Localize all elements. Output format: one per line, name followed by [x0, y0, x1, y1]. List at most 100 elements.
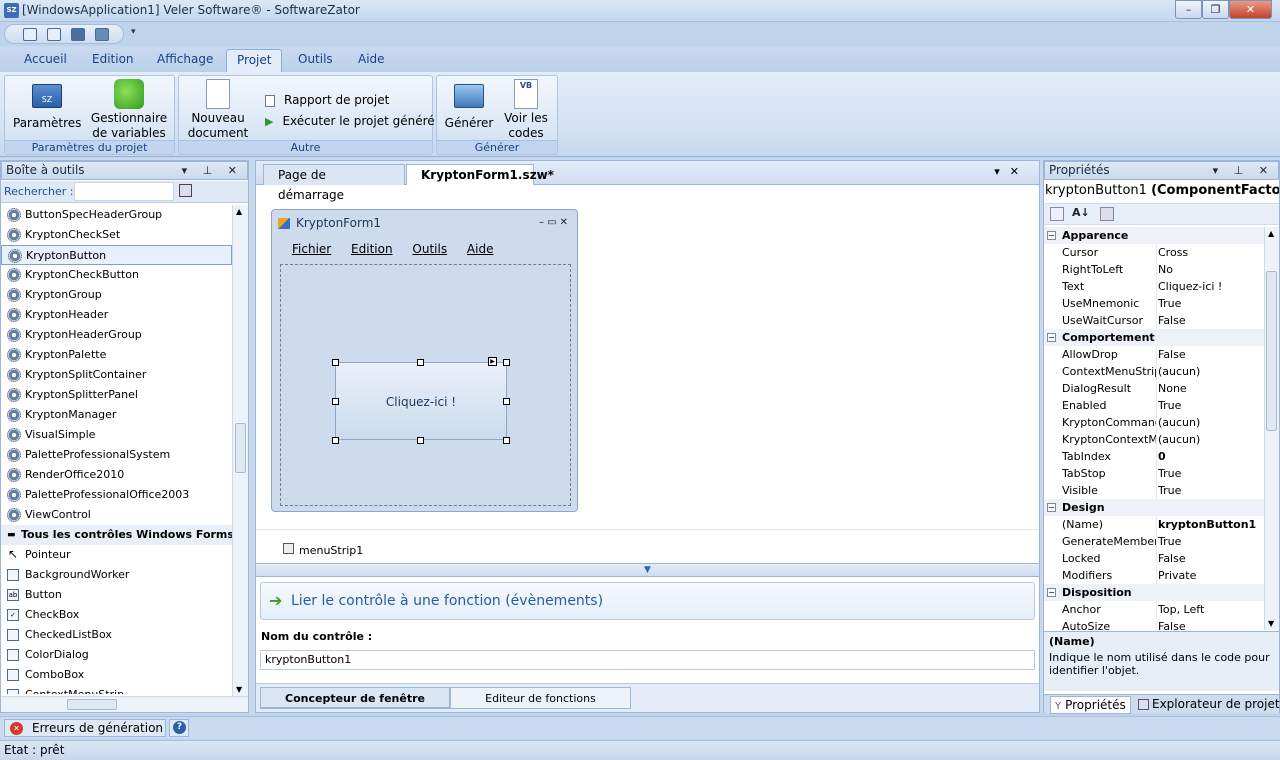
panel-buttons[interactable]: ▾ ⊥ ✕	[182, 162, 243, 179]
property-value[interactable]: Cross	[1156, 244, 1264, 261]
resize-handle[interactable]	[332, 398, 339, 405]
tab-edition[interactable]: Edition	[82, 49, 144, 72]
object-selector[interactable]: kryptonButton1 (ComponentFacto	[1044, 181, 1279, 201]
maximize-button[interactable]: ❐	[1202, 0, 1229, 19]
property-row[interactable]: GenerateMember True	[1044, 533, 1264, 550]
toolbox-item[interactable]: KryptonSplitterPanel	[1, 385, 232, 405]
property-value[interactable]: Private	[1156, 567, 1264, 584]
property-row[interactable]: Locked False	[1044, 550, 1264, 567]
resize-handle[interactable]	[503, 359, 510, 366]
property-row[interactable]: Enabled True	[1044, 397, 1264, 414]
property-value[interactable]: False	[1156, 312, 1264, 329]
property-value[interactable]: True	[1156, 397, 1264, 414]
property-category[interactable]: − Disposition	[1044, 584, 1264, 601]
toolbox-item[interactable]: PaletteProfessionalSystem	[1, 445, 232, 465]
search-icon[interactable]	[179, 184, 192, 197]
property-row[interactable]: (Name) kryptonButton1	[1044, 516, 1264, 533]
executer-projet-button[interactable]: ▶ Exécuter le projet généré	[265, 114, 435, 128]
tab-kryptonform1[interactable]: KryptonForm1.szw*	[406, 164, 554, 185]
toolbox-item[interactable]: KryptonHeader	[1, 305, 232, 325]
lier-fonction-button[interactable]: ➔ Lier le contrôle à une fonction (évène…	[260, 582, 1035, 620]
tab-explorateur-projet[interactable]: Explorateur de projet	[1134, 696, 1280, 714]
property-category[interactable]: − Design	[1044, 499, 1264, 516]
tab-concepteur-fenetre[interactable]: Concepteur de fenêtre	[260, 687, 450, 709]
property-value[interactable]: (aucun)	[1156, 431, 1264, 448]
toolbox-item[interactable]: ContextMenuStrip	[1, 685, 232, 694]
form-menu-outils[interactable]: Outils	[412, 242, 447, 256]
designer-form[interactable]: KryptonForm1 –▭✕ Fichier Edition Outils …	[271, 209, 578, 512]
form-menu-edition[interactable]: Edition	[351, 242, 393, 256]
toolbox-item[interactable]: BackgroundWorker	[1, 565, 232, 585]
tab-projet[interactable]: Projet	[226, 49, 283, 72]
property-value[interactable]: (aucun)	[1156, 414, 1264, 431]
resize-handle[interactable]	[417, 437, 424, 444]
toolbox-item[interactable]: KryptonGroup	[1, 285, 232, 305]
property-value[interactable]: 0	[1156, 448, 1264, 465]
property-value[interactable]: Cliquez-ici !	[1156, 278, 1264, 295]
toolbox-scrollbar[interactable]: ▲ ▼	[232, 205, 248, 696]
property-row[interactable]: TabIndex 0	[1044, 448, 1264, 465]
parametres-button[interactable]: SZ Paramètres	[13, 79, 81, 131]
minimize-button[interactable]: –	[1175, 0, 1202, 19]
rapport-projet-button[interactable]: Rapport de projet	[265, 93, 389, 107]
resize-handle[interactable]	[332, 437, 339, 444]
resize-handle[interactable]	[332, 359, 339, 366]
close-button[interactable]: ✕	[1229, 0, 1272, 19]
toolbox-item[interactable]: KryptonButton	[1, 245, 232, 265]
help-button[interactable]: ?	[169, 719, 189, 737]
properties-scrollbar[interactable]: ▲ ▼	[1264, 227, 1279, 630]
property-row[interactable]: Anchor Top, Left	[1044, 601, 1264, 618]
alphabetical-icon[interactable]: A↓	[1072, 206, 1090, 219]
tab-outils[interactable]: Outils	[288, 49, 343, 72]
nom-controle-input[interactable]: kryptonButton1	[260, 650, 1035, 670]
tab-editeur-fonctions[interactable]: Editeur de fonctions	[450, 687, 631, 709]
resize-handle[interactable]	[417, 359, 424, 366]
property-row[interactable]: DialogResult None	[1044, 380, 1264, 397]
toolbox-item[interactable]: ↖ Pointeur	[1, 545, 232, 565]
tab-page-demarrage[interactable]: Page de démarrage	[263, 164, 405, 202]
toolbox-item[interactable]: KryptonCheckButton	[1, 265, 232, 285]
toolbox-item[interactable]: ab Button	[1, 585, 232, 605]
property-row[interactable]: RightToLeft No	[1044, 261, 1264, 278]
property-value[interactable]: No	[1156, 261, 1264, 278]
component-menustrip[interactable]: menuStrip1	[299, 544, 363, 557]
smart-tag-icon[interactable]: ▶	[488, 357, 497, 366]
property-value[interactable]: kryptonButton1	[1156, 516, 1264, 533]
property-value[interactable]: Top, Left	[1156, 601, 1264, 618]
form-menu-fichier[interactable]: Fichier	[292, 242, 331, 256]
toolbox-hscrollbar[interactable]	[1, 696, 248, 712]
toolbox-section-header[interactable]: ▬ Tous les contrôles Windows Forms	[1, 525, 232, 545]
nouveau-document-button[interactable]: Nouveau document	[183, 79, 253, 141]
property-row[interactable]: UseMnemonic True	[1044, 295, 1264, 312]
property-row[interactable]: Visible True	[1044, 482, 1264, 499]
property-value[interactable]: True	[1156, 533, 1264, 550]
property-pages-icon[interactable]	[1100, 207, 1114, 221]
form-menu-aide[interactable]: Aide	[467, 242, 494, 256]
gestionnaire-variables-button[interactable]: Gestionnaire de variables	[89, 79, 169, 141]
property-row[interactable]: AutoSize False	[1044, 618, 1264, 630]
save-all-icon[interactable]	[95, 28, 109, 41]
property-value[interactable]: False	[1156, 346, 1264, 363]
search-input[interactable]	[74, 182, 174, 201]
krypton-button-preview[interactable]: Cliquez-ici !	[335, 362, 507, 440]
property-category[interactable]: − Comportement	[1044, 329, 1264, 346]
panel-splitter[interactable]: ▼	[256, 563, 1039, 577]
doc-tab-controls[interactable]: ▾✕	[994, 165, 1029, 178]
toolbox-item[interactable]: KryptonHeaderGroup	[1, 325, 232, 345]
toolbox-item[interactable]: ✓ CheckBox	[1, 605, 232, 625]
toolbox-item[interactable]: ButtonSpecHeaderGroup	[1, 205, 232, 225]
resize-handle[interactable]	[503, 398, 510, 405]
new-icon[interactable]	[23, 28, 37, 41]
property-row[interactable]: Modifiers Private	[1044, 567, 1264, 584]
property-row[interactable]: UseWaitCursor False	[1044, 312, 1264, 329]
toolbox-item[interactable]: KryptonCheckSet	[1, 225, 232, 245]
save-icon[interactable]	[71, 28, 85, 41]
toolbox-item[interactable]: KryptonPalette	[1, 345, 232, 365]
toolbox-item[interactable]: ColorDialog	[1, 645, 232, 665]
property-row[interactable]: AllowDrop False	[1044, 346, 1264, 363]
tab-affichage[interactable]: Affichage	[147, 49, 223, 72]
toolbox-item[interactable]: RenderOffice2010	[1, 465, 232, 485]
open-icon[interactable]	[47, 28, 61, 41]
property-value[interactable]: True	[1156, 295, 1264, 312]
tab-accueil[interactable]: Accueil	[14, 49, 77, 72]
